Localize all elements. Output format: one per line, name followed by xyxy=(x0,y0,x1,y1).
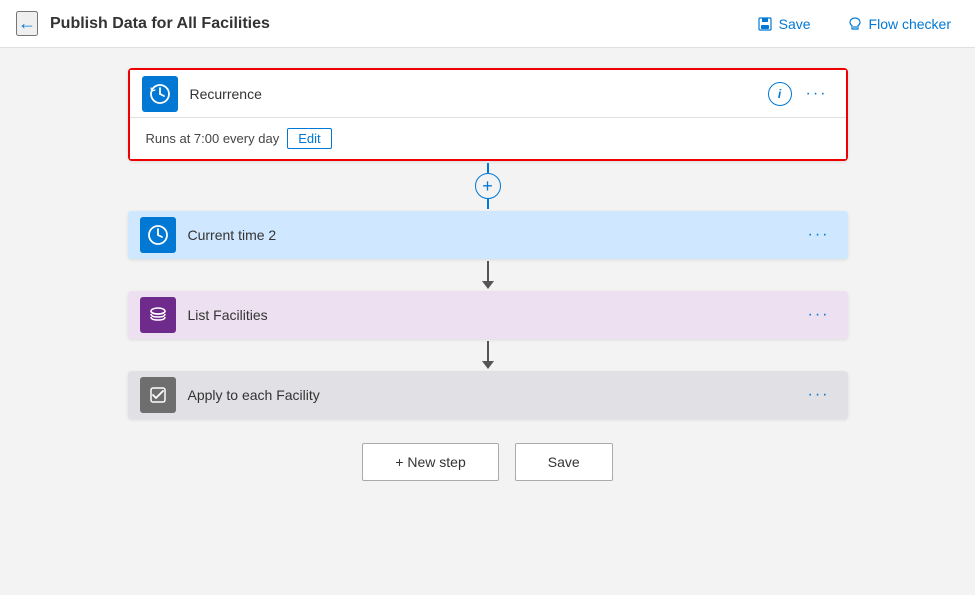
apply-each-more-button[interactable]: ··· xyxy=(802,384,836,406)
arrow-line-1 xyxy=(487,261,489,281)
header: ← Publish Data for All Facilities Save F… xyxy=(0,0,975,48)
flow-checker-label: Flow checker xyxy=(869,16,951,32)
arrow-connector-2 xyxy=(482,341,494,369)
add-step-connector: + xyxy=(475,163,501,209)
recurrence-body: Runs at 7:00 every day Edit xyxy=(130,118,846,159)
arrow-line-2 xyxy=(487,341,489,361)
save-label-header: Save xyxy=(779,16,811,32)
flow-container: Recurrence i ··· Runs at 7:00 every day … xyxy=(128,68,848,481)
save-button-bottom[interactable]: Save xyxy=(515,443,613,481)
main-content: Recurrence i ··· Runs at 7:00 every day … xyxy=(0,48,975,595)
apply-each-title: Apply to each Facility xyxy=(188,387,802,403)
plus-icon: + xyxy=(482,176,493,197)
recurrence-edit-button[interactable]: Edit xyxy=(287,128,331,149)
arrow-head-2 xyxy=(482,361,494,369)
recurrence-info-button[interactable]: i xyxy=(768,82,792,106)
recurrence-header: Recurrence i ··· xyxy=(130,70,846,118)
apply-each-icon xyxy=(140,377,176,413)
current-time-icon xyxy=(140,217,176,253)
connector-line-bottom xyxy=(487,199,489,209)
list-facilities-card[interactable]: List Facilities ··· xyxy=(128,291,848,339)
recurrence-icon xyxy=(142,76,178,112)
recurrence-title: Recurrence xyxy=(190,86,768,102)
connector-line-top xyxy=(487,163,489,173)
apply-each-header: Apply to each Facility ··· xyxy=(128,371,848,419)
header-actions: Save Flow checker xyxy=(749,12,959,36)
arrow-head-1 xyxy=(482,281,494,289)
bottom-actions: + New step Save xyxy=(362,443,612,481)
current-time-more-button[interactable]: ··· xyxy=(802,224,836,246)
page-title: Publish Data for All Facilities xyxy=(50,15,749,33)
recurrence-card[interactable]: Recurrence i ··· Runs at 7:00 every day … xyxy=(128,68,848,161)
flow-checker-button[interactable]: Flow checker xyxy=(839,12,959,36)
list-facilities-header: List Facilities ··· xyxy=(128,291,848,339)
recurrence-more-button[interactable]: ··· xyxy=(800,83,834,105)
save-icon xyxy=(757,16,773,32)
current-time-card[interactable]: Current time 2 ··· xyxy=(128,211,848,259)
back-button[interactable]: ← xyxy=(16,11,38,36)
current-time-actions: ··· xyxy=(802,224,836,246)
info-icon: i xyxy=(778,87,781,101)
new-step-button[interactable]: + New step xyxy=(362,443,498,481)
list-facilities-icon xyxy=(140,297,176,333)
save-button-header[interactable]: Save xyxy=(749,12,819,36)
add-step-button[interactable]: + xyxy=(475,173,501,199)
flow-checker-icon xyxy=(847,16,863,32)
apply-each-actions: ··· xyxy=(802,384,836,406)
current-time-title: Current time 2 xyxy=(188,227,802,243)
recurrence-schedule-text: Runs at 7:00 every day xyxy=(146,131,280,146)
arrow-connector-1 xyxy=(482,261,494,289)
list-facilities-more-button[interactable]: ··· xyxy=(802,304,836,326)
list-facilities-actions: ··· xyxy=(802,304,836,326)
list-facilities-title: List Facilities xyxy=(188,307,802,323)
apply-each-card[interactable]: Apply to each Facility ··· xyxy=(128,371,848,419)
recurrence-actions: i ··· xyxy=(768,82,834,106)
current-time-header: Current time 2 ··· xyxy=(128,211,848,259)
